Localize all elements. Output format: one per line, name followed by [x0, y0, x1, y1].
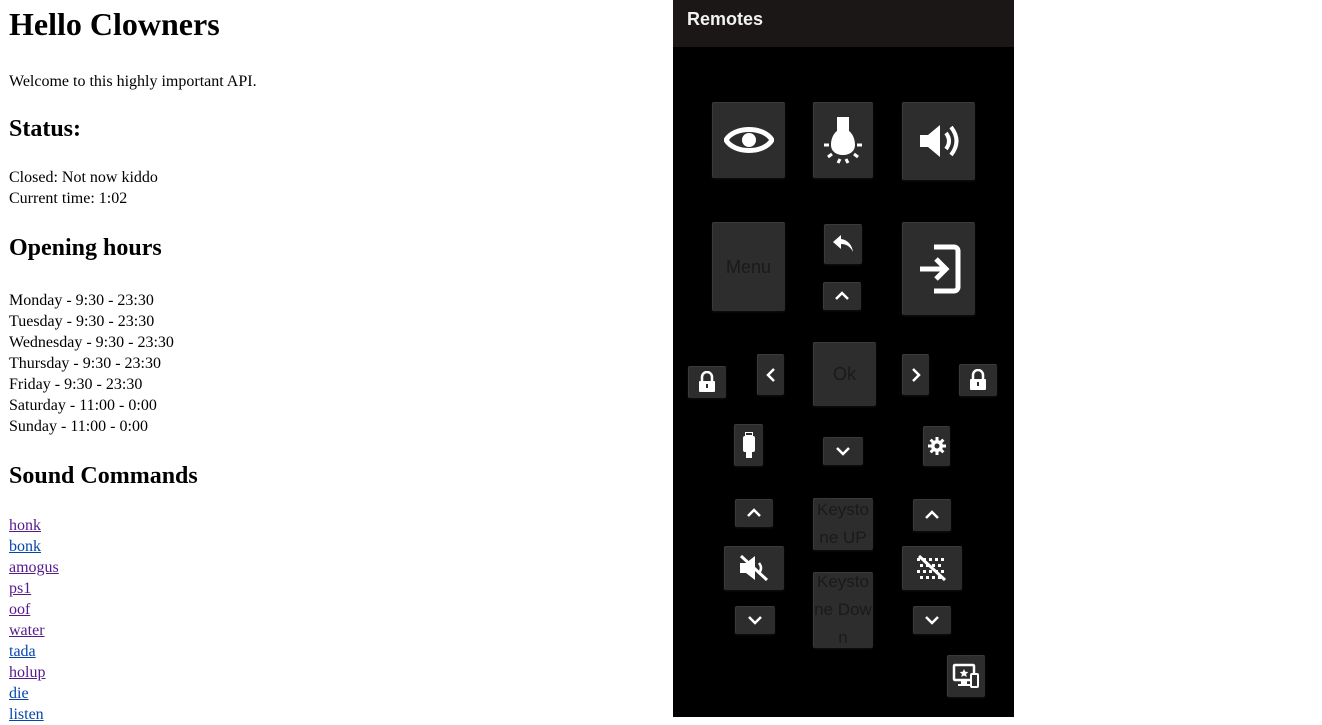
eye-icon — [723, 127, 774, 153]
chevron-down-icon — [836, 447, 850, 456]
up-arrow-button[interactable] — [823, 282, 861, 310]
sound-link-water[interactable]: water — [9, 620, 609, 641]
hdmi-button[interactable] — [734, 424, 763, 466]
input-icon — [919, 244, 960, 293]
welcome-text: Welcome to this highly important API. — [9, 73, 257, 90]
menu-label: Menu — [725, 256, 772, 277]
page-title: Hello Clowners — [9, 6, 220, 42]
status-block: Closed: Not now kiddo Current time: 1:02 — [9, 167, 609, 209]
status-heading: Status: — [9, 116, 82, 142]
mute-icon — [739, 554, 769, 582]
lock-right-button[interactable] — [959, 364, 997, 396]
status-state: Closed: Not now kiddo — [9, 169, 158, 186]
hdmi-icon — [742, 432, 755, 458]
page-content: Hello Clowners Welcome to this highly im… — [9, 0, 609, 725]
chevron-right-icon — [911, 367, 921, 382]
volume-button[interactable] — [902, 102, 975, 180]
sound-links-list: honk bonk amogus ps1 oof water tada holu… — [9, 515, 609, 725]
left-arrow-button[interactable] — [757, 354, 784, 395]
remote-title: Remotes — [687, 9, 764, 29]
opening-hours-heading: Opening hours — [9, 235, 162, 261]
blank-screen-icon — [917, 554, 947, 582]
chevron-left-icon — [765, 367, 775, 382]
sound-link-ps1[interactable]: ps1 — [9, 578, 609, 599]
chevron-down-icon — [748, 616, 762, 625]
mute-button[interactable] — [724, 546, 784, 590]
lock-icon — [970, 369, 986, 390]
remote-panel: Remotes Menu Ok Keystone UP Keystone Dow… — [673, 0, 1014, 717]
down-arrow-button[interactable] — [823, 437, 863, 465]
volume-up-button[interactable] — [735, 499, 773, 527]
ok-button[interactable]: Ok — [813, 342, 876, 406]
hours-monday: Monday - 9:30 - 23:30 — [9, 292, 154, 309]
sound-link-listen[interactable]: listen — [9, 704, 609, 725]
chevron-up-icon — [747, 508, 761, 517]
back-arrow-icon — [833, 235, 853, 252]
hours-tuesday: Tuesday - 9:30 - 23:30 — [9, 313, 155, 330]
keystone-down-button[interactable]: Keystone Down — [813, 572, 873, 648]
keystone-up-label: Keystone UP — [817, 500, 869, 547]
hours-friday: Friday - 9:30 - 23:30 — [9, 376, 143, 393]
chevron-down-icon — [925, 616, 939, 625]
back-button[interactable] — [824, 224, 862, 264]
light-button[interactable] — [813, 102, 873, 178]
hours-sunday: Sunday - 11:00 - 0:00 — [9, 418, 148, 435]
remote-header: Remotes — [673, 0, 1014, 47]
display-settings-icon — [952, 663, 979, 688]
sound-commands-heading: Sound Commands — [9, 463, 198, 489]
chevron-up-icon — [835, 291, 849, 300]
keystone-up-button[interactable]: Keystone UP — [813, 498, 873, 550]
current-time: Current time: 1:02 — [9, 190, 128, 207]
hours-wednesday: Wednesday - 9:30 - 23:30 — [9, 334, 174, 351]
sound-link-oof[interactable]: oof — [9, 599, 609, 620]
menu-button[interactable]: Menu — [712, 222, 785, 311]
ok-label: Ok — [832, 364, 856, 384]
keystone-down-label: Keystone Down — [814, 572, 872, 647]
sound-link-amogus[interactable]: amogus — [9, 557, 609, 578]
volume-down-button[interactable] — [735, 606, 775, 634]
view-button[interactable] — [712, 102, 785, 178]
sound-link-die[interactable]: die — [9, 683, 609, 704]
gear-icon — [927, 437, 946, 455]
sound-link-holup[interactable]: holup — [9, 662, 609, 683]
hours-thursday: Thursday - 9:30 - 23:30 — [9, 355, 161, 372]
sound-link-tada[interactable]: tada — [9, 641, 609, 662]
settings-button[interactable] — [923, 426, 950, 466]
sound-link-honk[interactable]: honk — [9, 515, 609, 536]
sound-link-bonk[interactable]: bonk — [9, 536, 609, 557]
right-arrow-button[interactable] — [902, 354, 929, 395]
lock-icon — [699, 371, 715, 392]
input-button[interactable] — [902, 222, 975, 315]
opening-hours-list: Monday - 9:30 - 23:30 Tuesday - 9:30 - 2… — [9, 290, 609, 437]
volume-icon — [919, 125, 958, 157]
display-settings-button[interactable] — [947, 655, 985, 697]
lock-left-button[interactable] — [688, 366, 726, 398]
chevron-up-icon — [925, 510, 939, 519]
bulb-icon — [824, 117, 862, 164]
blank-down-button[interactable] — [913, 606, 951, 634]
blank-up-button[interactable] — [913, 499, 951, 531]
blank-screen-button[interactable] — [902, 546, 962, 590]
hours-saturday: Saturday - 11:00 - 0:00 — [9, 397, 157, 414]
